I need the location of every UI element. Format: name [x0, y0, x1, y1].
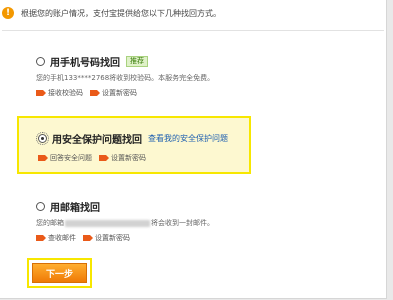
step-arrow-icon	[83, 235, 93, 241]
view-security-question-link[interactable]: 查看我的安全保护问题	[148, 133, 228, 144]
phone-radio[interactable]	[36, 56, 45, 66]
step-arrow-icon	[36, 90, 46, 96]
option-email-steps: 查收邮件 设置新密码	[36, 233, 214, 243]
step-label: 设置新密码	[95, 234, 130, 242]
info-text: 根据您的账户情况，支付宝提供给您以下几种找回方式。	[21, 8, 221, 18]
option-phone-desc: 您的手机133****2768将收到校验码。本服务完全免费。	[36, 74, 215, 82]
masked-email	[65, 219, 150, 227]
divider	[2, 30, 384, 31]
option-email[interactable]: 用邮箱找回 您的邮箱 将会收到一封邮件。 查收邮件 设置新密码	[36, 199, 214, 243]
step-label: 回答安全问题	[50, 154, 92, 162]
info-notice: ! 根据您的账户情况，支付宝提供给您以下几种找回方式。	[2, 6, 221, 20]
recommend-badge: 推荐	[126, 55, 148, 67]
option-security-title[interactable]: 用安全保护问题找回	[52, 131, 142, 146]
option-email-title[interactable]: 用邮箱找回	[50, 199, 100, 214]
email-desc-suffix: 将会收到一封邮件。	[151, 219, 214, 227]
option-security-steps: 回答安全问题 设置新密码	[38, 153, 228, 163]
step-label: 设置新密码	[102, 89, 137, 97]
email-radio[interactable]	[36, 201, 45, 211]
step-label: 设置新密码	[111, 154, 146, 162]
step-label: 查收邮件	[48, 234, 76, 242]
email-desc-prefix: 您的邮箱	[36, 219, 64, 227]
next-button[interactable]: 下一步	[32, 263, 87, 283]
option-phone-steps: 接收校验码 设置新密码	[36, 88, 214, 98]
info-icon: !	[2, 7, 14, 19]
option-phone[interactable]: 用手机号码找回 推荐 您的手机133****2768将收到校验码。本服务完全免费…	[36, 54, 214, 98]
next-button-highlight: 下一步	[27, 258, 92, 288]
option-security-question[interactable]: 用安全保护问题找回 查看我的安全保护问题 回答安全问题 设置新密码	[36, 131, 228, 163]
step-arrow-icon	[90, 90, 100, 96]
option-phone-title[interactable]: 用手机号码找回	[50, 54, 120, 69]
step-label: 接收校验码	[48, 89, 83, 97]
step-arrow-icon	[38, 155, 48, 161]
step-arrow-icon	[99, 155, 109, 161]
step-arrow-icon	[36, 235, 46, 241]
security-radio[interactable]	[36, 131, 49, 145]
content-panel: ! 根据您的账户情况，支付宝提供给您以下几种找回方式。 用手机号码找回 推荐 您…	[0, 0, 387, 299]
option-email-desc: 您的邮箱 将会收到一封邮件。	[36, 218, 214, 228]
